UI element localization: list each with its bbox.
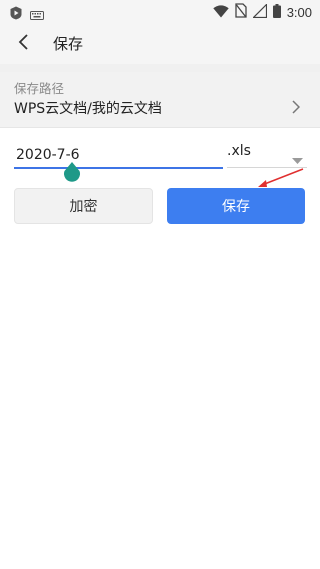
filename-input[interactable] [14,143,226,167]
save-path-value: WPS云文档/我的云文档 [14,101,162,117]
chevron-right-icon [292,99,301,118]
signal-icon [251,3,267,22]
save-path-row[interactable]: 保存路径 WPS云文档/我的云文档 [0,72,320,128]
battery-icon [272,3,281,22]
extension-select[interactable]: .xls [227,143,307,167]
status-bar-left [10,5,44,24]
toolbar: 保存 [0,24,320,64]
chevron-left-icon [18,33,30,55]
status-bar-right: 3:00 [212,3,312,22]
back-button[interactable] [10,30,38,58]
keyboard-icon [30,5,44,24]
extension-value: .xls [227,143,251,159]
encrypt-button[interactable]: 加密 [14,188,153,224]
no-sim-icon [235,3,247,22]
caret-down-icon [292,149,303,168]
save-path-label: 保存路径 [14,81,65,96]
status-bar: 3:00 [0,0,320,24]
wifi-icon [212,3,229,22]
text-cursor-handle[interactable] [63,162,81,188]
annotation-arrow-icon [255,168,305,194]
filename-underline [14,167,223,169]
status-time: 3:00 [286,5,312,20]
section-divider [0,64,320,72]
page-title: 保存 [53,35,84,53]
app-icon [10,5,22,24]
